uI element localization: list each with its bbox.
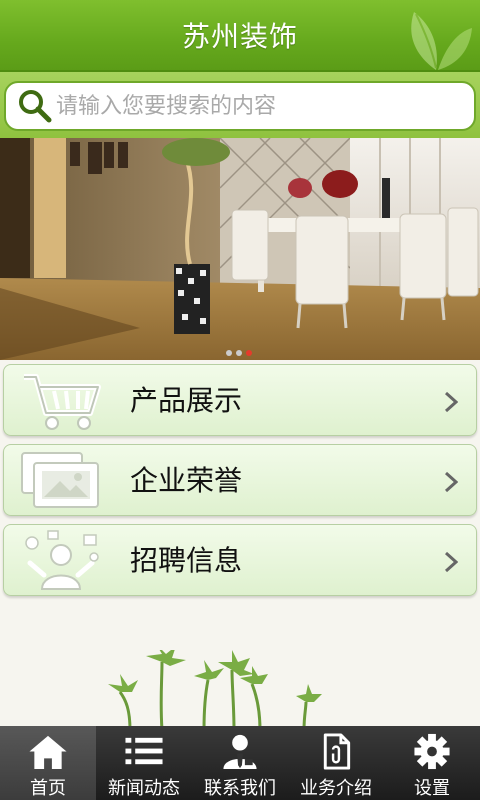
banner-image <box>0 138 480 360</box>
carousel-indicator <box>226 350 252 356</box>
tab-label: 首页 <box>30 778 66 799</box>
leaf-decoration-icon <box>411 12 472 70</box>
menu-item-recruitment[interactable]: 招聘信息 <box>3 524 477 596</box>
search-icon[interactable] <box>16 87 54 125</box>
tab-home[interactable]: 首页 <box>0 726 96 800</box>
document-icon <box>323 733 351 770</box>
tab-news[interactable]: 新闻动态 <box>96 726 192 800</box>
tab-label: 设置 <box>414 778 450 799</box>
banner-carousel[interactable] <box>0 138 480 360</box>
menu-item-honors[interactable]: 企业荣誉 <box>3 444 477 516</box>
chevron-right-icon <box>444 391 458 413</box>
chevron-right-icon <box>444 551 458 573</box>
search-box[interactable] <box>4 81 476 131</box>
shopping-cart-icon <box>24 374 101 430</box>
home-icon <box>29 735 67 770</box>
palm-tree-decoration-icon <box>108 650 322 730</box>
gear-icon <box>414 733 450 770</box>
list-icon <box>125 737 163 765</box>
tab-label: 业务介绍 <box>300 778 372 799</box>
menu-item-label: 企业荣誉 <box>130 464 243 497</box>
search-input[interactable] <box>54 93 474 119</box>
carousel-dot[interactable] <box>226 350 232 356</box>
bottom-tab-bar: 首页 新闻动态 联系我们 业务介绍 设置 <box>0 726 480 800</box>
menu-item-label: 招聘信息 <box>130 544 243 577</box>
menu-item-label: 产品展示 <box>130 384 243 417</box>
picture-frame-icon <box>21 452 99 508</box>
tab-label: 联系我们 <box>204 778 276 799</box>
carousel-dot[interactable] <box>236 350 242 356</box>
tab-contact[interactable]: 联系我们 <box>192 726 288 800</box>
menu-item-products[interactable]: 产品展示 <box>3 364 477 436</box>
tab-business[interactable]: 业务介绍 <box>288 726 384 800</box>
app-header: 苏州装饰 <box>0 0 480 72</box>
app-title: 苏州装饰 <box>181 20 298 53</box>
recruitment-person-icon <box>25 530 99 590</box>
tab-settings[interactable]: 设置 <box>384 726 480 800</box>
carousel-dot-active[interactable] <box>246 350 252 356</box>
tab-label: 新闻动态 <box>108 778 180 799</box>
contact-person-icon <box>223 734 257 770</box>
search-bar <box>0 72 480 138</box>
chevron-right-icon <box>444 471 458 493</box>
